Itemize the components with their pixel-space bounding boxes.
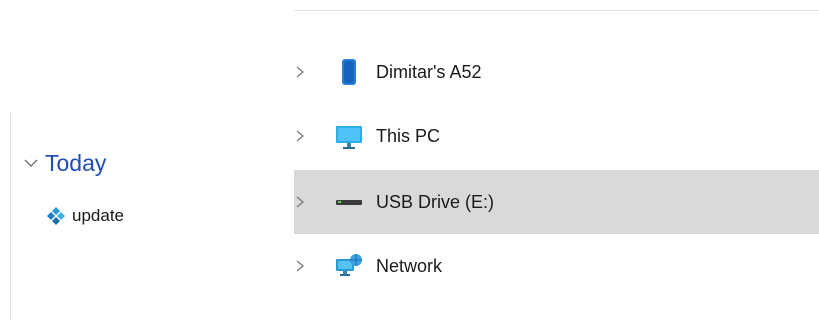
- group-title: Today: [45, 150, 107, 176]
- group-header-today[interactable]: Today: [23, 146, 106, 180]
- chevron-right-icon[interactable]: [294, 129, 306, 143]
- monitor-icon: [334, 121, 364, 151]
- nav-item-this-pc[interactable]: This PC: [294, 104, 819, 168]
- file-explorer-view: Today update Dimitar's A52 This PC USB D…: [0, 0, 819, 330]
- usb-drive-icon: [334, 187, 364, 217]
- kodi-icon: [46, 206, 66, 226]
- top-divider: [294, 10, 819, 11]
- nav-item-label: USB Drive (E:): [376, 191, 495, 212]
- nav-item-phone[interactable]: Dimitar's A52: [294, 40, 819, 104]
- nav-item-label: This PC: [376, 125, 441, 146]
- nav-item-label: Network: [376, 255, 443, 276]
- nav-item-label: Dimitar's A52: [376, 61, 482, 82]
- network-icon: [334, 251, 364, 281]
- file-item-update[interactable]: update: [46, 203, 124, 229]
- phone-icon: [334, 57, 364, 87]
- nav-item-network[interactable]: Network: [294, 234, 819, 298]
- chevron-right-icon[interactable]: [294, 195, 306, 209]
- chevron-right-icon[interactable]: [294, 65, 306, 79]
- nav-item-usb-drive[interactable]: USB Drive (E:): [294, 170, 819, 234]
- pane-divider: [10, 112, 11, 320]
- chevron-down-icon: [23, 155, 39, 171]
- file-label: update: [72, 206, 124, 225]
- chevron-right-icon[interactable]: [294, 259, 306, 273]
